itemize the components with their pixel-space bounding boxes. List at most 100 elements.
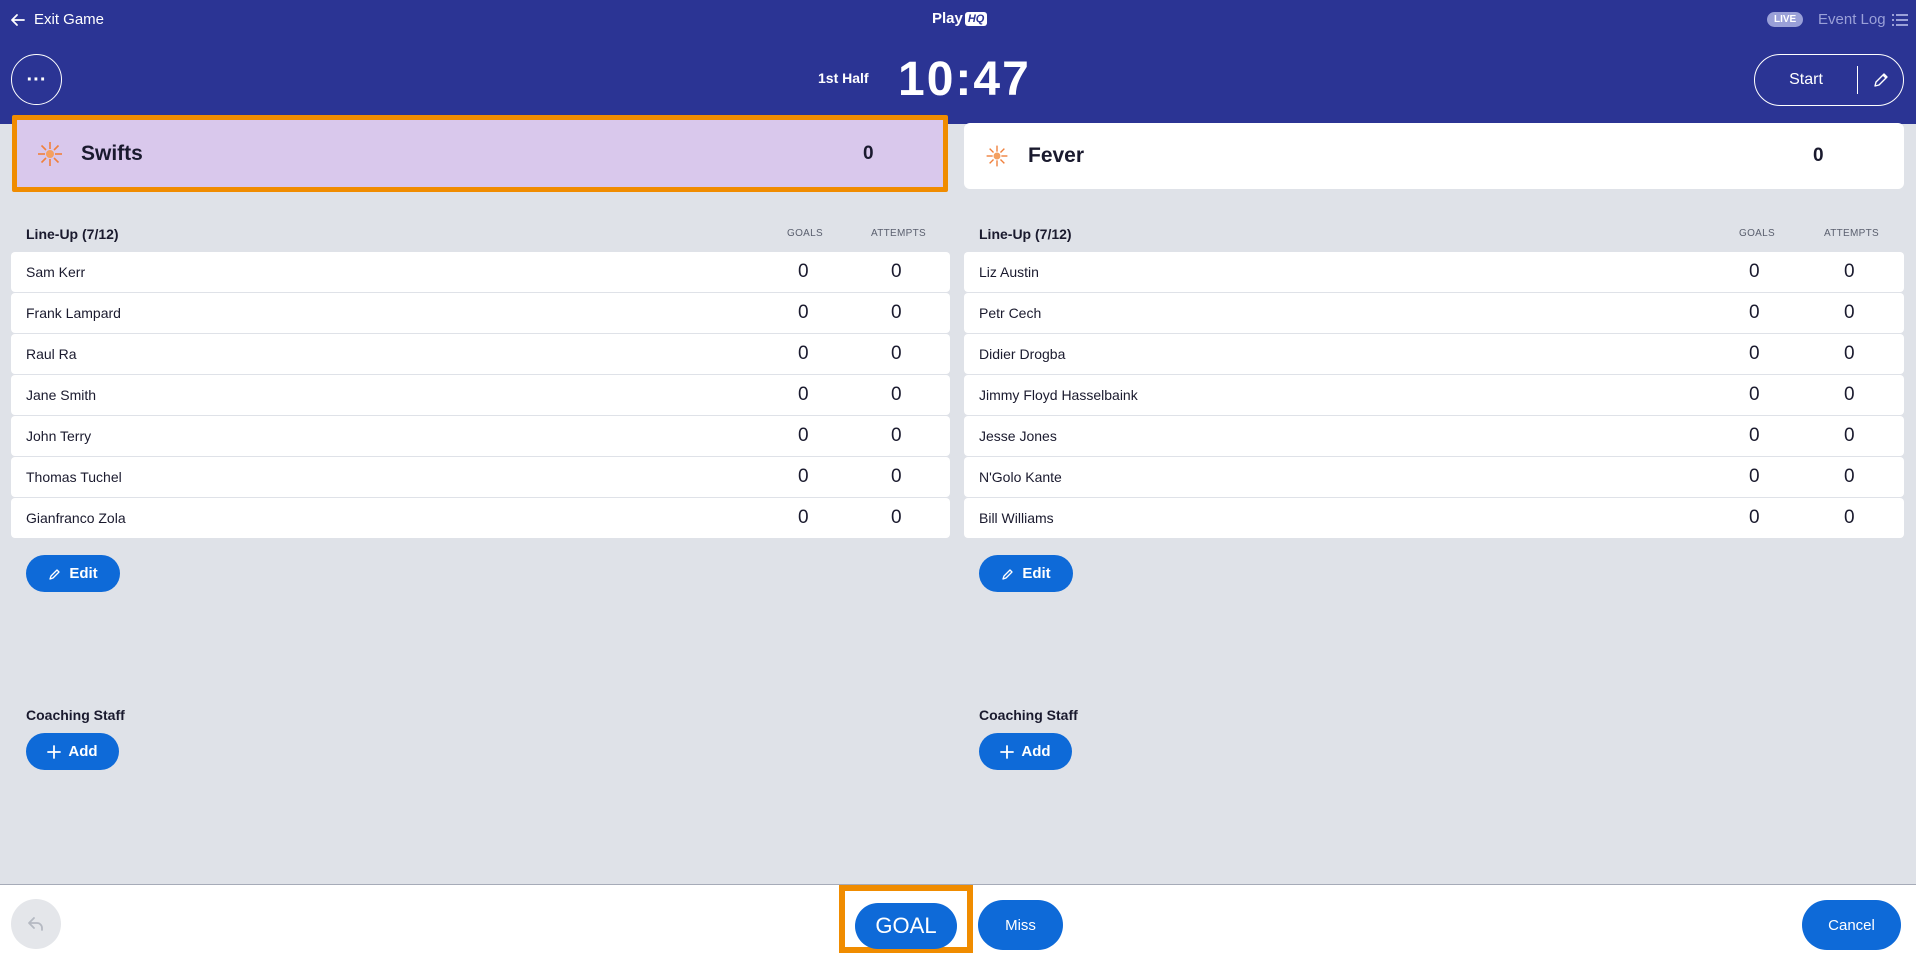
pencil-icon (1002, 568, 1013, 580)
player-row[interactable]: Gianfranco Zola 0 0 (11, 498, 950, 538)
player-row[interactable]: N'Golo Kante 0 0 (964, 457, 1904, 497)
attempts-column-header: ATTEMPTS (1824, 228, 1879, 239)
lineup-title: Line-Up (7/12) (979, 226, 1072, 242)
home-lineup: Line-Up (7/12) GOALS ATTEMPTS Sam Kerr 0 0… (11, 222, 950, 539)
sunburst-logo-icon (35, 139, 65, 169)
player-attempts: 0 (1844, 261, 1855, 282)
add-label: Add (68, 743, 98, 760)
edit-clock-button[interactable] (1858, 71, 1903, 89)
player-goals: 0 (798, 343, 809, 364)
home-edit-lineup-button[interactable]: Edit (26, 555, 120, 592)
player-row[interactable]: Jesse Jones 0 0 (964, 416, 1904, 456)
player-row[interactable]: Didier Drogba 0 0 (964, 334, 1904, 374)
player-name: Jimmy Floyd Hasselbaink (979, 387, 1138, 403)
player-attempts: 0 (1844, 507, 1855, 528)
player-attempts: 0 (891, 425, 902, 446)
player-attempts: 0 (891, 507, 902, 528)
player-name: Jesse Jones (979, 428, 1057, 444)
undo-button[interactable] (11, 899, 61, 949)
player-row[interactable]: Sam Kerr 0 0 (11, 252, 950, 292)
plus-icon (1000, 744, 1015, 759)
player-attempts: 0 (1844, 343, 1855, 364)
cancel-button[interactable]: Cancel (1802, 900, 1901, 950)
player-goals: 0 (1749, 507, 1760, 528)
attempts-column-header: ATTEMPTS (871, 228, 926, 239)
arrow-left-icon (11, 13, 25, 26)
logo-text: Play (932, 10, 963, 27)
home-add-staff-button[interactable]: Add (26, 733, 119, 770)
player-attempts: 0 (1844, 384, 1855, 405)
pencil-icon (49, 568, 60, 580)
goal-button[interactable]: GOAL (855, 903, 957, 949)
player-goals: 0 (798, 384, 809, 405)
player-goals: 0 (798, 302, 809, 323)
player-attempts: 0 (1844, 302, 1855, 323)
player-attempts: 0 (891, 384, 902, 405)
action-footer: GOAL Miss Cancel (0, 884, 1916, 953)
player-row[interactable]: Thomas Tuchel 0 0 (11, 457, 950, 497)
home-team-score: 0 (863, 142, 874, 164)
away-edit-lineup-button[interactable]: Edit (979, 555, 1073, 592)
goals-column-header: GOALS (1739, 228, 1775, 239)
home-team-card[interactable]: Swifts 0 (12, 115, 948, 192)
goal-highlight: GOAL (839, 885, 973, 953)
event-log-label: Event Log (1818, 11, 1886, 28)
player-goals: 0 (1749, 261, 1760, 282)
player-row[interactable]: John Terry 0 0 (11, 416, 950, 456)
player-attempts: 0 (891, 466, 902, 487)
player-attempts: 0 (1844, 466, 1855, 487)
player-goals: 0 (1749, 466, 1760, 487)
player-row[interactable]: Liz Austin 0 0 (964, 252, 1904, 292)
more-icon: ··· (26, 68, 47, 91)
away-add-staff-button[interactable]: Add (979, 733, 1072, 770)
player-name: Didier Drogba (979, 346, 1066, 362)
player-attempts: 0 (1844, 425, 1855, 446)
plus-icon (47, 744, 62, 759)
live-badge: LIVE (1767, 12, 1804, 27)
player-goals: 0 (1749, 384, 1760, 405)
undo-icon (28, 917, 43, 931)
away-team-card[interactable]: Fever 0 (964, 123, 1904, 189)
playhq-logo: Play HQ (932, 10, 988, 27)
exit-game-link[interactable]: Exit Game (10, 11, 104, 28)
player-name: Sam Kerr (26, 264, 86, 280)
away-team-score: 0 (1813, 145, 1824, 166)
game-clock: 10:47 (898, 53, 1031, 106)
player-name: Frank Lampard (26, 305, 121, 321)
edit-label: Edit (69, 565, 98, 582)
pencil-icon (1873, 73, 1888, 87)
event-log-button[interactable]: Event Log (1818, 11, 1908, 28)
player-list: Liz Austin 0 0 Petr Cech 0 0 Didier Drogba 0 0… (964, 252, 1904, 538)
game-header: Exit Game Play HQ LIVE Event Log ··· 1st… (0, 0, 1916, 124)
player-goals: 0 (798, 507, 809, 528)
lineup-header: Line-Up (7/12) GOALS ATTEMPTS (11, 222, 950, 252)
player-row[interactable]: Jane Smith 0 0 (11, 375, 950, 415)
lineup-title: Line-Up (7/12) (26, 226, 119, 242)
player-name: Liz Austin (979, 264, 1039, 280)
player-row[interactable]: Jimmy Floyd Hasselbaink 0 0 (964, 375, 1904, 415)
player-row[interactable]: Petr Cech 0 0 (964, 293, 1904, 333)
player-name: N'Golo Kante (979, 469, 1062, 485)
home-team-name: Swifts (81, 141, 143, 165)
player-name: John Terry (26, 428, 92, 444)
home-coaching-staff-title: Coaching Staff (26, 707, 125, 723)
player-row[interactable]: Bill Williams 0 0 (964, 498, 1904, 538)
exit-game-label: Exit Game (34, 11, 105, 28)
list-icon (1891, 13, 1908, 26)
player-goals: 0 (798, 261, 809, 282)
player-name: Gianfranco Zola (26, 510, 126, 526)
player-attempts: 0 (891, 261, 902, 282)
start-clock-button[interactable]: Start (1755, 71, 1857, 89)
more-options-button[interactable]: ··· (11, 54, 62, 105)
player-row[interactable]: Raul Ra 0 0 (11, 334, 950, 374)
player-row[interactable]: Frank Lampard 0 0 (11, 293, 950, 333)
sunburst-logo-icon (982, 141, 1012, 171)
miss-button[interactable]: Miss (978, 900, 1063, 950)
period-label: 1st Half (818, 70, 869, 86)
player-attempts: 0 (891, 302, 902, 323)
player-goals: 0 (798, 425, 809, 446)
player-name: Bill Williams (979, 510, 1054, 526)
player-name: Raul Ra (26, 346, 77, 362)
away-team-name: Fever (1028, 144, 1085, 167)
player-name: Petr Cech (979, 305, 1042, 321)
